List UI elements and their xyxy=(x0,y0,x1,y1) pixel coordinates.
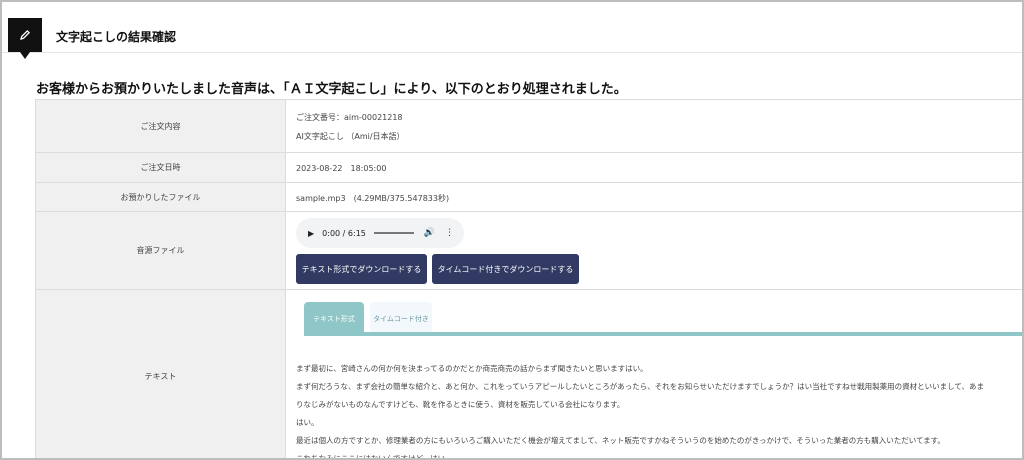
tab-underline xyxy=(304,332,1022,336)
order-contents-value: ご注文番号：aim-00021218 AI文字起こし （Ami/日本語） xyxy=(286,100,1022,152)
file-label: お預かりしたファイル xyxy=(35,183,286,211)
source-file-row: 音源ファイル ▶ 0:00 / 6:15 🔊 ⋮ テキスト形式でダウンロードする… xyxy=(35,212,1022,290)
transcript-line: まず最初に、宮崎さんの何か何を決まってるのかだとか商売商売の話からまず聞きたいと… xyxy=(296,364,648,373)
tab-timecode[interactable]: タイムコード付き xyxy=(370,302,432,336)
product-name: AI文字起こし （Ami/日本語） xyxy=(296,132,405,141)
audio-progress-track[interactable] xyxy=(373,232,414,234)
more-options-icon[interactable]: ⋮ xyxy=(445,228,454,238)
transcript-text: まず最初に、宮崎さんの何か何を決まってるのかだとか商売商売の話からまず聞きたいと… xyxy=(296,360,1021,460)
result-table: ご注文内容 ご注文番号：aim-00021218 AI文字起こし （Ami/日本… xyxy=(35,99,1022,460)
file-value-cell: sample.mp3 (4.29MB/375.547833秒) xyxy=(286,183,1022,211)
order-contents-row: ご注文内容 ご注文番号：aim-00021218 AI文字起こし （Ami/日本… xyxy=(35,100,1022,153)
text-label: テキスト xyxy=(35,290,286,458)
source-value: ▶ 0:00 / 6:15 🔊 ⋮ テキスト形式でダウンロードする タイムコード… xyxy=(286,212,1022,289)
result-frame: 文字起こしの結果確認 お客様からお預かりいたしました音声は、「ＡＩ文字起こし」に… xyxy=(0,0,1024,460)
pencil-badge xyxy=(8,18,42,59)
transcript-line: これちなみにここにはないんですけど、はい。 xyxy=(296,454,453,460)
download-text-button[interactable]: テキスト形式でダウンロードする xyxy=(296,254,427,284)
source-label: 音源ファイル xyxy=(35,212,286,289)
order-date-value: 2023-08-22 18:05:00 xyxy=(286,153,1022,182)
tab-text-format[interactable]: テキスト形式 xyxy=(304,302,364,336)
order-number: ご注文番号：aim-00021218 xyxy=(296,113,403,122)
file-value: sample.mp3 (4.29MB/375.547833秒) xyxy=(296,194,450,203)
download-timecode-button[interactable]: タイムコード付きでダウンロードする xyxy=(432,254,579,284)
order-contents-label: ご注文内容 xyxy=(35,100,286,152)
play-icon[interactable]: ▶ xyxy=(308,229,314,238)
transcript-line: 最近は個人の方ですとか、修理業者の方にもいろいろご購入いただく機会が増えてまして… xyxy=(296,436,945,445)
page-title: 文字起こしの結果確認 xyxy=(56,30,177,44)
transcript-line: りなじみがないものなんですけども、靴を作るときに使う、資材を販売している会社にな… xyxy=(296,400,625,409)
order-date-label: ご注文日時 xyxy=(35,153,286,182)
page-header: 文字起こしの結果確認 xyxy=(2,2,1022,59)
audio-time: 0:00 / 6:15 xyxy=(322,228,366,238)
text-row: テキスト テキスト形式 タイムコード付き まず最初に、宮崎さんの何か何を決まって… xyxy=(35,290,1022,460)
volume-icon[interactable]: 🔊 xyxy=(424,228,435,238)
result-headline: お客様からお預かりいたしました音声は、「ＡＩ文字起こし」により、以下のとおり処理… xyxy=(36,82,627,97)
pencil-icon xyxy=(20,29,31,40)
text-value: テキスト形式 タイムコード付き まず最初に、宮崎さんの何か何を決まってるのかだと… xyxy=(286,290,1022,460)
transcript-line: はい。 xyxy=(296,418,319,427)
file-row: お預かりしたファイル sample.mp3 (4.29MB/375.547833… xyxy=(35,183,1022,212)
audio-player[interactable]: ▶ 0:00 / 6:15 🔊 ⋮ xyxy=(296,218,464,248)
transcript-line: まず何だろうな、まず会社の簡単な紹介と、あと何か、これをっていうアピールしたいと… xyxy=(296,382,985,391)
order-date-row: ご注文日時 2023-08-22 18:05:00 xyxy=(35,153,1022,183)
order-date: 2023-08-22 18:05:00 xyxy=(296,164,387,173)
